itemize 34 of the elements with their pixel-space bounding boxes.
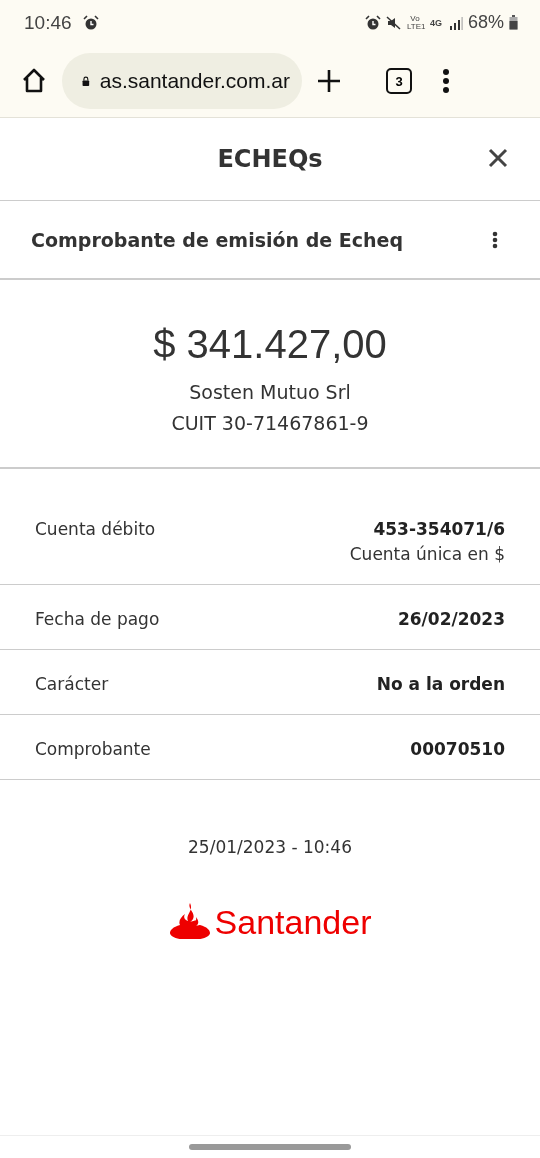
detail-label: Fecha de pago <box>35 609 160 629</box>
section-title: Comprobante de emisión de Echeq <box>31 228 404 251</box>
more-icon[interactable] <box>492 230 498 249</box>
address-bar[interactable]: as.santander.com.ar <box>62 53 302 109</box>
signal-icon <box>448 15 463 30</box>
detail-value: 26/02/2023 <box>397 609 505 629</box>
battery-icon <box>509 15 518 30</box>
amount: $ 341.427,00 <box>153 322 387 367</box>
plus-icon[interactable] <box>316 68 342 94</box>
status-time: 10:46 <box>24 11 72 34</box>
detail-label: Cuenta débito <box>35 519 156 539</box>
gesture-handle[interactable] <box>189 1144 351 1150</box>
detail-label: Carácter <box>35 674 109 694</box>
payee-cuit: CUIT 30-71467861-9 <box>171 411 369 436</box>
detail-value: 00070510 <box>410 739 505 759</box>
detail-value: 453-354071/6 <box>373 519 505 539</box>
url-text: as.santander.com.ar <box>99 69 290 93</box>
detail-label: Comprobante <box>35 739 151 759</box>
page-title: ECHEQs <box>217 145 323 173</box>
brand-name: Santander <box>214 905 372 939</box>
battery-percent: 68% <box>467 12 504 33</box>
payee-name: Sosten Mutuo Srl <box>189 380 351 405</box>
detail-note: Cuenta única en $ <box>349 544 505 564</box>
flame-icon <box>168 901 211 939</box>
volte-indicator: Vo LTE1 <box>406 14 423 31</box>
detail-value: No a la orden <box>376 674 505 694</box>
mute-icon <box>385 14 402 31</box>
network-type: 4G <box>428 18 443 27</box>
timestamp: 25/01/2023 - 10:46 <box>188 837 352 857</box>
tab-switcher-button[interactable]: 3 <box>386 68 412 94</box>
alarm-icon <box>364 14 381 31</box>
close-icon[interactable] <box>488 148 508 168</box>
more-icon[interactable] <box>442 68 450 94</box>
alarm-icon <box>82 14 99 31</box>
